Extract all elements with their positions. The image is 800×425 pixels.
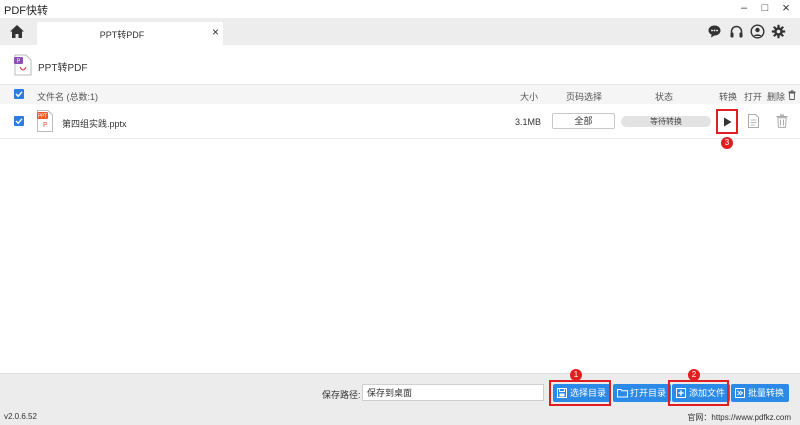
open-directory-label: 打开目录 <box>630 388 667 398</box>
table-row[interactable]: PPT P 第四组实践.pptx 3.1MB 全部 等待转换 <box>0 104 800 139</box>
gear-icon[interactable] <box>771 24 786 39</box>
title-bar: PDF快转 – □ × <box>0 0 800 18</box>
batch-convert-button[interactable]: 批量转换 <box>731 384 790 402</box>
open-file-icon[interactable] <box>748 114 759 130</box>
batch-convert-label: 批量转换 <box>748 388 785 398</box>
status-bar: v2.0.6.52 官网：https://www.pdfkz.com <box>0 408 800 425</box>
highlight-select-directory <box>549 380 611 406</box>
user-icon[interactable] <box>750 24 765 39</box>
website-link[interactable]: 官网：https://www.pdfkz.com <box>687 412 791 423</box>
svg-text:PPT: PPT <box>38 114 48 120</box>
save-path-input[interactable] <box>362 384 544 401</box>
section-header: P PPT转PDF <box>0 45 800 83</box>
section-title: PPT转PDF <box>38 63 88 74</box>
status-badge: 等待转换 <box>621 116 711 127</box>
list-header: 文件名 (总数:1) 大小 页码选择 状态 转换 打开 删除 <box>0 84 800 104</box>
header-delete: 删除 <box>767 92 786 102</box>
pptx-file-icon: PPT P <box>37 110 53 132</box>
tab-ppt-to-pdf[interactable]: PPT转PDF × <box>37 22 223 45</box>
header-open: 打开 <box>744 92 763 102</box>
headset-icon[interactable] <box>729 24 744 39</box>
page-select-button[interactable]: 全部 <box>552 113 615 129</box>
annotation-badge-1: 1 <box>570 369 582 381</box>
tab-label: PPT转PDF <box>99 30 145 40</box>
header-convert: 转换 <box>719 92 738 102</box>
maximize-button[interactable]: □ <box>758 0 772 16</box>
header-filename: 文件名 (总数:1) <box>37 92 99 102</box>
annotation-badge-3: 3 <box>721 137 733 149</box>
annotation-badge-2: 2 <box>688 369 700 381</box>
header-status: 状态 <box>655 92 674 102</box>
select-all-checkbox[interactable] <box>14 89 24 99</box>
tab-bar: PPT转PDF × <box>0 18 800 45</box>
tab-close-icon[interactable]: × <box>212 25 219 39</box>
delete-all-icon[interactable] <box>788 90 796 102</box>
chat-icon[interactable] <box>707 24 722 39</box>
app-title: PDF快转 <box>4 5 48 17</box>
open-directory-button[interactable]: 打开目录 <box>613 384 672 402</box>
row-filename: 第四组实践.pptx <box>62 119 127 129</box>
close-window-button[interactable]: × <box>779 0 793 16</box>
save-path-label: 保存路径: <box>322 390 361 400</box>
ppt-to-pdf-icon: P <box>14 54 32 76</box>
header-size: 大小 <box>520 92 539 102</box>
row-checkbox[interactable] <box>14 116 24 126</box>
version-text: v2.0.6.52 <box>4 412 37 421</box>
svg-text:P: P <box>43 121 47 129</box>
convert-play-button[interactable] <box>716 109 738 134</box>
delete-row-icon[interactable] <box>776 114 788 130</box>
home-icon[interactable] <box>9 24 25 40</box>
row-size: 3.1MB <box>515 117 542 127</box>
highlight-add-file <box>668 380 729 406</box>
minimize-button[interactable]: – <box>737 0 751 16</box>
header-page-select: 页码选择 <box>566 92 603 102</box>
bottom-toolbar: 保存路径: 选择目录 打开目录 添加文件 批量转换 1 2 <box>0 369 800 408</box>
